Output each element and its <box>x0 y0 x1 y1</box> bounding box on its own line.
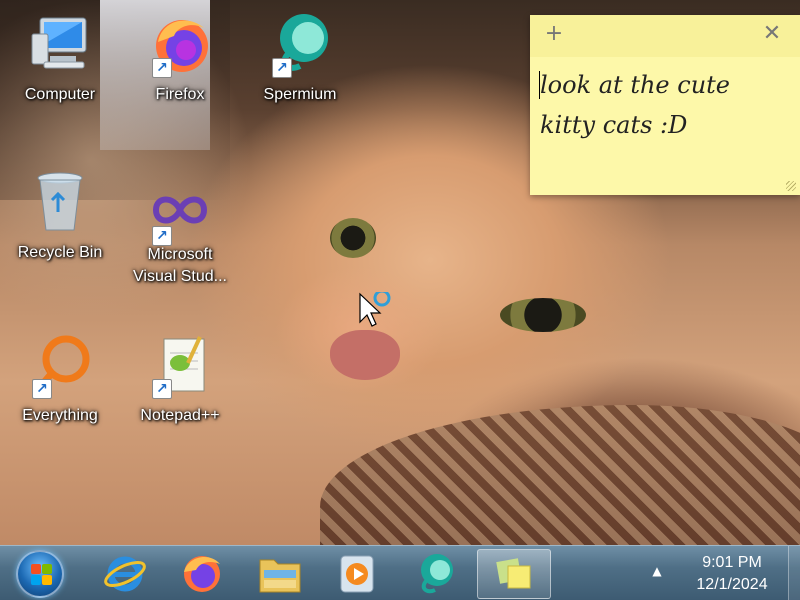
desktop-icon-recycle-bin[interactable]: Recycle Bin <box>5 170 115 264</box>
desktop-icon-label: Recycle Bin <box>17 244 103 261</box>
taskbar-firefox[interactable] <box>165 549 239 599</box>
everything-icon: ↗ <box>28 333 92 399</box>
show-desktop-button[interactable] <box>788 546 800 600</box>
shortcut-arrow-icon: ↗ <box>32 379 52 399</box>
desktop-icon-everything[interactable]: ↗ Everything <box>5 333 115 427</box>
desktop-icon-visual-studio[interactable]: ↗ Microsoft Visual Stud... <box>125 180 235 288</box>
show-hidden-icons-button[interactable]: ▲ <box>650 564 664 578</box>
firefox-icon: ↗ <box>148 12 212 78</box>
taskbar-clock[interactable]: 9:01 PM 12/1/2024 <box>680 552 784 596</box>
internet-explorer-icon <box>104 556 146 592</box>
taskbar-sticky-notes[interactable] <box>477 549 551 599</box>
windows-logo-icon <box>42 575 52 585</box>
desktop-icon-label: Notepad++ <box>140 407 220 424</box>
desktop-icon-label: Firefox <box>155 86 205 103</box>
desktop-icon-label: Microsoft Visual Stud... <box>133 246 227 285</box>
spermium-icon <box>421 554 453 594</box>
windows-logo-icon <box>42 564 52 574</box>
cat-nose <box>330 330 400 380</box>
resize-grip-icon[interactable] <box>786 181 796 191</box>
windows-logo-icon <box>31 564 41 574</box>
start-button[interactable] <box>16 550 64 598</box>
sticky-note-text[interactable]: look at the cute kitty cats :D <box>540 65 786 145</box>
notepadpp-icon: ↗ <box>148 333 212 399</box>
add-note-button[interactable]: + <box>540 19 568 49</box>
spermium-icon: ↗ <box>268 12 332 78</box>
desktop-icon-firefox[interactable]: ↗ Firefox <box>125 12 235 106</box>
shortcut-arrow-icon: ↗ <box>152 226 172 246</box>
desktop-wallpaper[interactable]: Computer ↗ Firefox ↗ Spermium Recycle Bi… <box>0 0 800 545</box>
shortcut-arrow-icon: ↗ <box>272 58 292 78</box>
clock-date: 12/1/2024 <box>696 576 768 593</box>
desktop-icon-spermium[interactable]: ↗ Spermium <box>245 12 355 106</box>
taskbar-windows-media-player[interactable] <box>320 549 394 599</box>
clock-time: 9:01 PM <box>702 554 762 571</box>
desktop-icon-label: Everything <box>22 407 98 424</box>
taskbar: ▲ 9:01 PM 12/1/2024 <box>0 545 800 600</box>
desktop-icon-computer[interactable]: Computer <box>5 12 115 106</box>
computer-icon <box>28 12 92 76</box>
wallpaper-pillow <box>320 405 800 545</box>
desktop-icon-notepadpp[interactable]: ↗ Notepad++ <box>125 333 235 427</box>
taskbar-file-explorer[interactable] <box>243 549 317 599</box>
media-player-icon <box>340 555 374 593</box>
visual-studio-icon: ↗ <box>148 180 212 246</box>
cat-eye-left <box>330 218 376 258</box>
close-note-button[interactable]: ✕ <box>758 19 786 49</box>
cat-eye-right <box>500 298 586 332</box>
folder-icon <box>259 559 301 593</box>
desktop-icon-label: Spermium <box>263 86 337 103</box>
firefox-icon <box>184 556 220 592</box>
taskbar-spermium[interactable] <box>398 549 472 599</box>
windows-logo-icon <box>31 575 41 585</box>
desktop-icon-label: Computer <box>24 86 96 103</box>
sticky-notes-icon <box>496 558 531 589</box>
taskbar-internet-explorer[interactable] <box>88 549 162 599</box>
recycle-bin-icon <box>28 170 92 234</box>
shortcut-arrow-icon: ↗ <box>152 58 172 78</box>
mouse-cursor-icon <box>358 289 398 336</box>
shortcut-arrow-icon: ↗ <box>152 379 172 399</box>
sticky-note[interactable]: + ✕ look at the cute kitty cats :D <box>530 15 800 195</box>
